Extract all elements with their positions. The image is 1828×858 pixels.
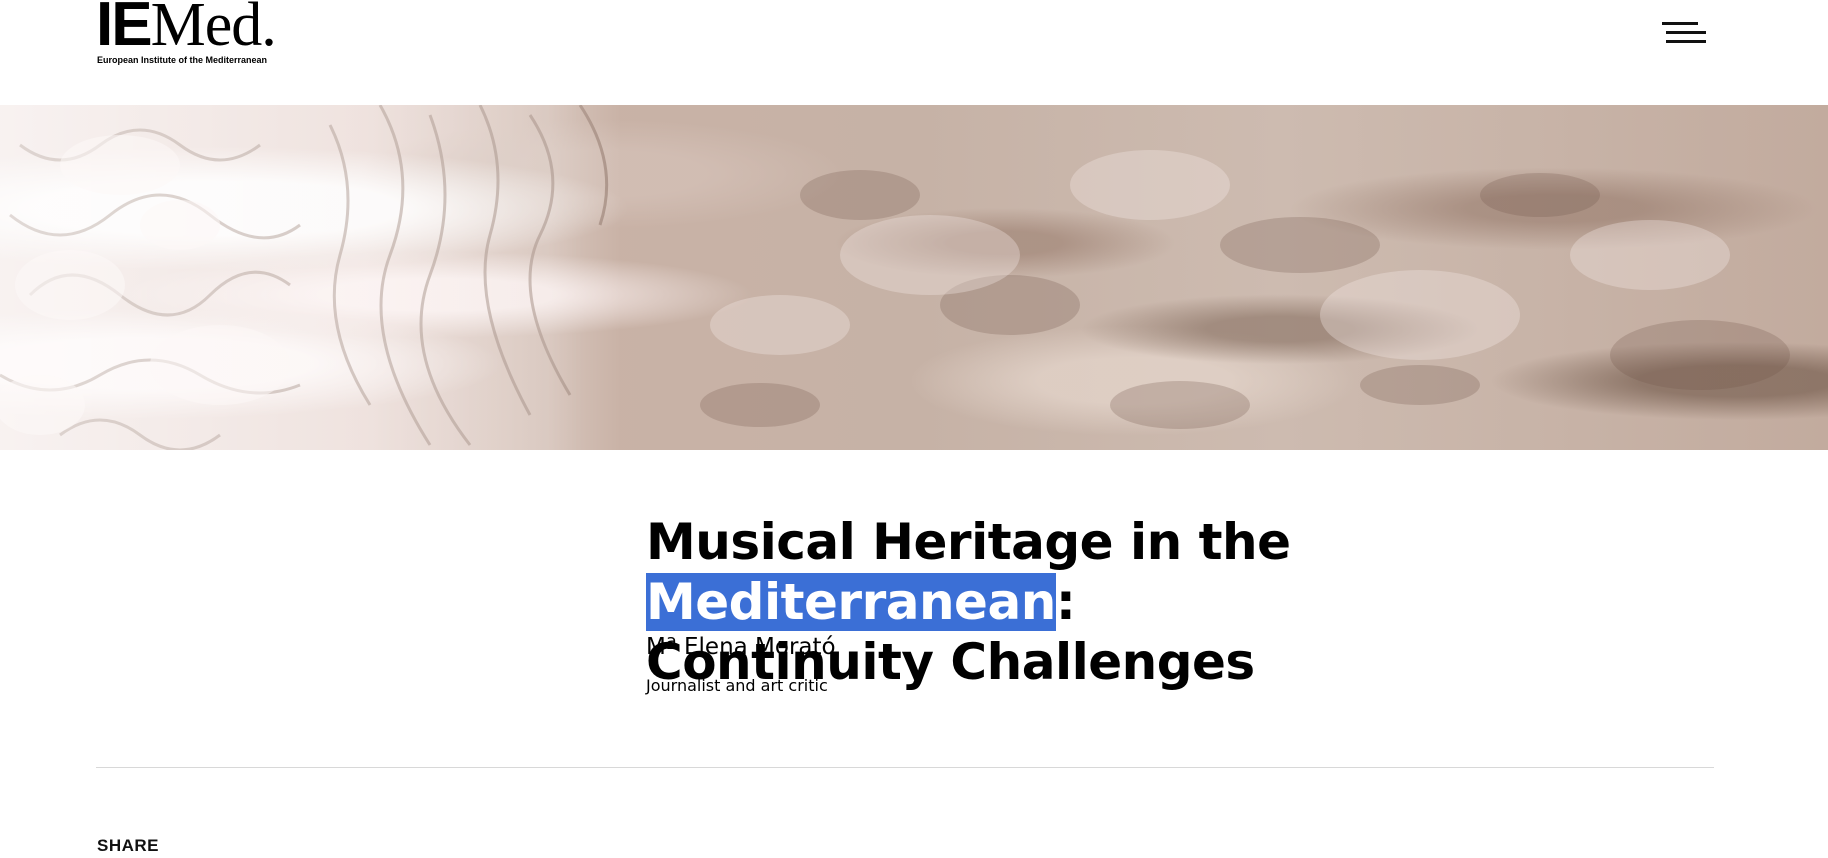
hamburger-menu-icon[interactable] xyxy=(1662,18,1710,48)
iemed-logo[interactable]: IEMed. European Institute of the Mediter… xyxy=(96,0,296,70)
logo-wordmark: IEMed. xyxy=(96,0,277,59)
carved-stone-texture xyxy=(0,105,1828,450)
title-part-2: : xyxy=(1055,573,1076,631)
title-part-1: Musical Heritage in the xyxy=(646,513,1291,571)
share-label: SHARE xyxy=(97,836,160,855)
menu-bar-middle xyxy=(1666,31,1706,34)
section-divider xyxy=(96,767,1714,768)
hero-image xyxy=(0,105,1828,450)
menu-bar-bottom xyxy=(1666,40,1706,43)
logo-subtitle: European Institute of the Mediterranean xyxy=(97,55,268,65)
site-header: IEMed. European Institute of the Mediter… xyxy=(0,0,1828,105)
menu-bar-top xyxy=(1662,22,1698,25)
title-highlight-selection[interactable]: Mediterranean xyxy=(646,573,1056,631)
author-role: Journalist and art critic xyxy=(646,676,828,695)
logo-med: Med. xyxy=(150,0,277,59)
author-name[interactable]: Mª Elena Morató xyxy=(646,634,836,660)
article-title: Musical Heritage in the Mediterranean: Co… xyxy=(646,512,1646,692)
logo-ie: IE xyxy=(96,0,153,59)
